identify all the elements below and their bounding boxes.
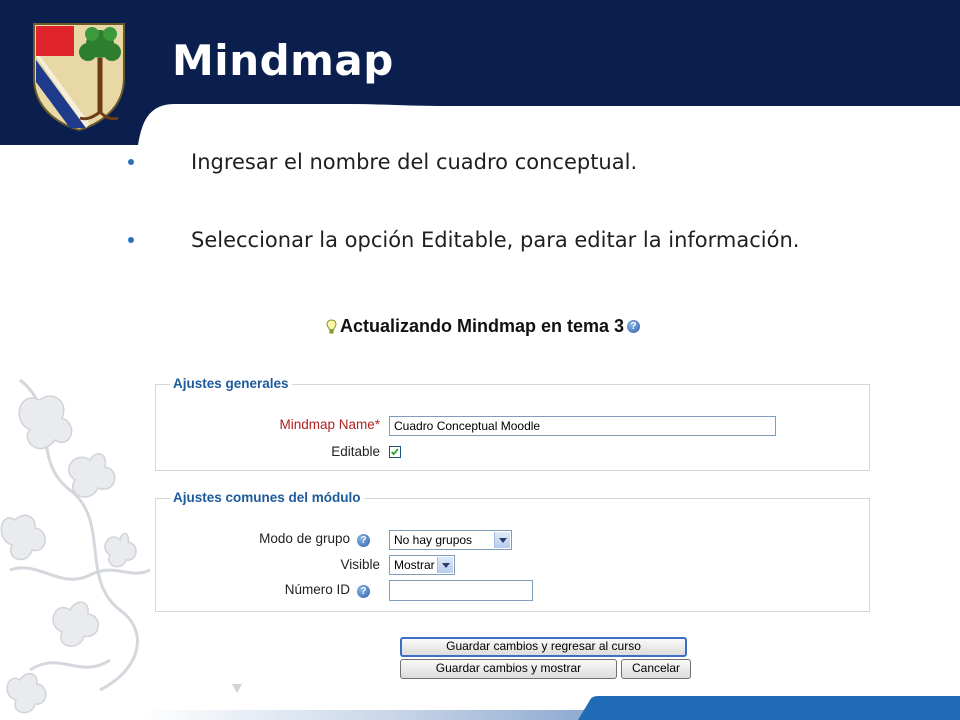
mindmap-name-input[interactable]: Cuadro Conceptual Moodle (389, 416, 776, 436)
coat-of-arms-logo (33, 23, 125, 132)
group-mode-label: Modo de grupo (259, 531, 350, 546)
bullet-dot (128, 237, 134, 243)
decorative-triangle (232, 684, 242, 693)
save-and-display-button[interactable]: Guardar cambios y mostrar (400, 659, 617, 679)
form-heading-text: Actualizando Mindmap en tema 3 (340, 316, 625, 336)
footer-bar (140, 696, 960, 720)
cancel-button[interactable]: Cancelar (621, 659, 691, 679)
checkmark-icon (391, 448, 399, 456)
bullet-text: Seleccionar la opción Editable, para edi… (191, 228, 800, 252)
slide-title: Mindmap (172, 36, 394, 85)
editable-label: Editable (331, 444, 380, 459)
header-band (0, 0, 960, 145)
dropdown-arrow-icon (437, 557, 453, 573)
bullet-text: Ingresar el nombre del cuadro conceptual… (191, 150, 638, 174)
common-settings-legend: Ajustes comunes del módulo (170, 490, 364, 505)
id-number-input[interactable] (389, 580, 533, 601)
help-icon[interactable]: ? (357, 534, 370, 547)
general-settings-legend: Ajustes generales (170, 376, 292, 391)
group-mode-value: No hay grupos (394, 533, 473, 547)
form-heading: Actualizando Mindmap en tema 3 ? (326, 316, 641, 337)
bullet-dot (128, 159, 134, 165)
visible-label: Visible (340, 557, 380, 572)
decorative-vine-illustration (0, 378, 151, 714)
editable-checkbox[interactable] (389, 446, 401, 458)
help-icon[interactable]: ? (357, 585, 370, 598)
id-number-label: Número ID (284, 582, 350, 597)
group-mode-select[interactable]: No hay grupos (389, 530, 512, 550)
dropdown-arrow-icon (494, 532, 510, 548)
help-icon[interactable]: ? (627, 320, 641, 333)
lightbulb-icon (326, 318, 337, 333)
mindmap-name-label: Mindmap Name* (279, 417, 380, 432)
visible-value: Mostrar (394, 558, 435, 572)
save-and-return-button[interactable]: Guardar cambios y regresar al curso (400, 637, 687, 657)
visible-select[interactable]: Mostrar (389, 555, 455, 575)
